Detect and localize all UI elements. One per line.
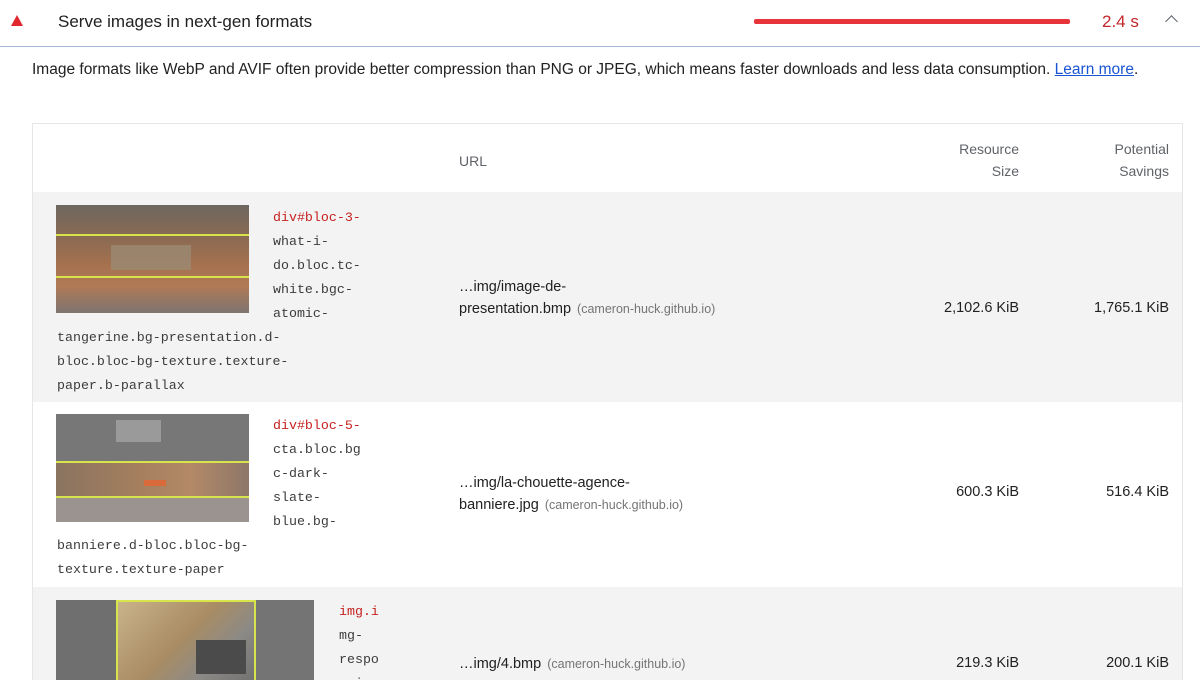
url-host: (cameron-huck.github.io) — [544, 498, 684, 512]
node-line: banniere.d-bloc.bloc-bg- — [57, 538, 249, 553]
potential-savings: 200.1 KiB — [1106, 655, 1169, 671]
url-host: (cameron-huck.github.io) — [547, 657, 686, 671]
header-url: URL — [459, 153, 488, 169]
node-line: bloc.bloc-bg-texture.texture- — [57, 354, 289, 369]
node-line: blue.bg- — [273, 514, 337, 529]
resource-size: 600.3 KiB — [956, 484, 1019, 500]
url-host: (cameron-huck.github.io) — [577, 302, 716, 316]
fail-triangle-icon — [11, 15, 23, 26]
header-resource-size: Resource Size — [893, 138, 1019, 182]
opportunity-table: URL Resource Size Potential Savings div#… — [32, 123, 1183, 680]
node-line: div#bloc-3- — [273, 210, 361, 225]
potential-savings: 516.4 KiB — [1106, 484, 1169, 500]
node-line: slate- — [273, 490, 321, 505]
description-end: . — [1133, 61, 1139, 78]
node-line: mg- — [339, 628, 363, 643]
header-resource-size-line1: Resource — [959, 141, 1019, 157]
node-line: c-dark- — [273, 466, 329, 481]
header-resource-size-line2: Size — [991, 163, 1019, 179]
element-thumbnail — [56, 205, 249, 313]
table-row: div#bloc-3- what-i- do.bloc.tc- white.bg… — [33, 192, 1182, 402]
header-savings-line2: Savings — [1119, 163, 1169, 179]
resource-url[interactable]: …img/image-de- presentation.bmp (cameron-… — [459, 276, 715, 320]
savings-value: 2.4 s — [1102, 12, 1139, 31]
node-line: div#bloc-5- — [273, 418, 361, 433]
savings-bar — [754, 19, 1070, 24]
node-line: tangerine.bg-presentation.d- — [57, 330, 281, 345]
table-header: URL Resource Size Potential Savings — [33, 124, 1182, 192]
resource-url[interactable]: …img/4.bmp (cameron-huck.github.io) — [459, 653, 685, 675]
resource-size: 2,102.6 KiB — [944, 300, 1019, 316]
resource-size: 219.3 KiB — [956, 655, 1019, 671]
chevron-up-icon[interactable] — [1165, 15, 1178, 28]
node-line: cta.bloc.bg — [273, 442, 361, 457]
url-line: …img/image-de- — [459, 279, 567, 295]
node-line: what-i- — [273, 234, 329, 249]
url-line: banniere.jpg — [459, 497, 539, 513]
node-line: white.bgc- — [273, 282, 353, 297]
table-row: img.i mg- respo nsive …img/4.bmp (cameron… — [33, 587, 1182, 680]
audit-title: Serve images in next-gen formats — [58, 12, 313, 31]
url-line: presentation.bmp — [459, 301, 572, 317]
node-line: atomic- — [273, 306, 329, 321]
potential-savings: 1,765.1 KiB — [1094, 300, 1169, 316]
node-line: texture.texture-paper — [57, 562, 225, 577]
description-text: Image formats like WebP and AVIF often p… — [32, 61, 1055, 78]
node-selector: div#bloc-3- what-i- do.bloc.tc- white.bg… — [273, 206, 361, 326]
node-line: do.bloc.tc- — [273, 258, 361, 273]
url-line: …img/la-chouette-agence- — [459, 475, 630, 491]
header-savings-line1: Potential — [1114, 141, 1169, 157]
node-selector-cont: tangerine.bg-presentation.d- bloc.bloc-b… — [57, 326, 288, 398]
resource-url[interactable]: …img/la-chouette-agence- banniere.jpg (ca… — [459, 472, 683, 516]
node-line: img.i — [339, 604, 379, 619]
table-row: div#bloc-5- cta.bloc.bg c-dark- slate- b… — [33, 402, 1182, 587]
url-line: …img/4.bmp — [459, 656, 542, 672]
node-line: paper.b-parallax — [57, 378, 185, 393]
element-thumbnail — [56, 414, 249, 522]
node-selector: img.i mg- respo nsive — [339, 600, 379, 680]
node-selector-cont: banniere.d-bloc.bloc-bg- texture.texture… — [57, 534, 249, 582]
node-selector: div#bloc-5- cta.bloc.bg c-dark- slate- b… — [273, 414, 361, 534]
header-potential-savings: Potential Savings — [1043, 138, 1169, 182]
audit-description: Image formats like WebP and AVIF often p… — [32, 58, 1182, 82]
learn-more-link[interactable]: Learn more — [1055, 61, 1134, 78]
node-line: nsive — [339, 676, 379, 680]
audit-header[interactable]: Serve images in next-gen formats 2.4 s — [0, 0, 1200, 47]
node-line: respo — [339, 652, 379, 667]
element-thumbnail — [56, 600, 314, 680]
